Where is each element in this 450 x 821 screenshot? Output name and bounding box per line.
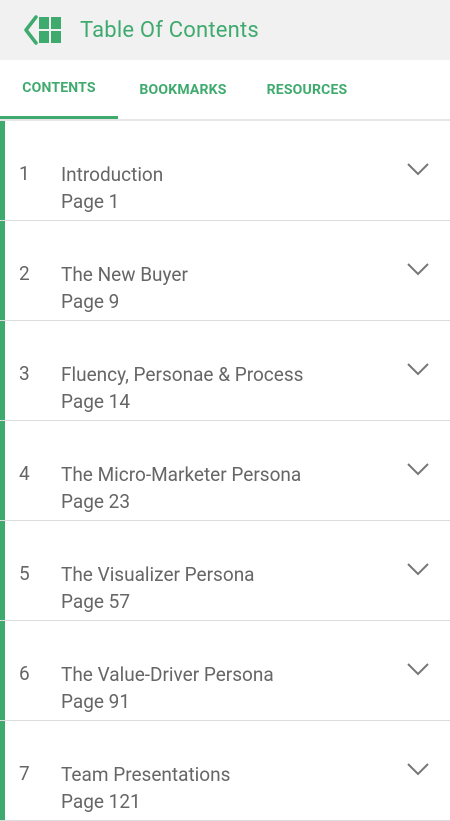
tab-resources[interactable]: RESOURCES [248, 60, 366, 119]
tab-bar: CONTENTS BOOKMARKS RESOURCES [0, 60, 450, 121]
item-title: Fluency, Personae & Process [61, 363, 304, 386]
item-title: Team Presentations [61, 763, 231, 786]
chevron-down-icon[interactable] [406, 221, 450, 320]
chevron-down-icon[interactable] [406, 721, 450, 820]
item-title: The Micro-Marketer Persona [61, 463, 302, 486]
toc-item[interactable]: 3 Fluency, Personae & Process Page 14 [0, 321, 450, 421]
page-title: Table Of Contents [80, 17, 259, 43]
chevron-down-icon[interactable] [406, 521, 450, 620]
chevron-down-icon[interactable] [406, 621, 450, 720]
toc-item[interactable]: 6 The Value-Driver Persona Page 91 [0, 621, 450, 721]
tab-contents[interactable]: CONTENTS [0, 60, 118, 119]
item-title: The New Buyer [61, 263, 188, 286]
toc-item[interactable]: 2 The New Buyer Page 9 [0, 221, 450, 321]
toc-item[interactable]: 5 The Visualizer Persona Page 57 [0, 521, 450, 621]
item-page: Page 9 [61, 290, 120, 313]
item-page: Page 91 [61, 690, 131, 713]
toc-item[interactable]: 4 The Micro-Marketer Persona Page 23 [0, 421, 450, 521]
item-number: 4 [19, 462, 30, 485]
item-page: Page 57 [61, 590, 131, 613]
toc-item[interactable]: 1 Introduction Page 1 [0, 121, 450, 221]
chevron-down-icon[interactable] [406, 121, 450, 220]
chevron-down-icon[interactable] [406, 321, 450, 420]
item-title: Introduction [61, 163, 164, 186]
toc-item[interactable]: 7 Team Presentations Page 121 [0, 721, 450, 821]
app-bar: Table Of Contents [0, 0, 450, 60]
chevron-down-icon[interactable] [406, 421, 450, 520]
item-number: 5 [19, 562, 30, 585]
item-number: 1 [19, 162, 30, 185]
item-page: Page 1 [61, 190, 120, 213]
item-page: Page 23 [61, 490, 131, 513]
item-number: 3 [19, 362, 30, 385]
item-page: Page 14 [61, 390, 131, 413]
back-grid-icon[interactable] [24, 14, 64, 46]
item-title: The Visualizer Persona [61, 563, 255, 586]
item-number: 6 [19, 662, 30, 685]
toc-list: 1 Introduction Page 1 2 The New Buyer Pa… [0, 121, 450, 821]
item-page: Page 121 [61, 790, 141, 813]
item-number: 7 [19, 762, 30, 785]
item-title: The Value-Driver Persona [61, 663, 274, 686]
item-number: 2 [19, 262, 30, 285]
tab-bookmarks[interactable]: BOOKMARKS [118, 60, 248, 119]
